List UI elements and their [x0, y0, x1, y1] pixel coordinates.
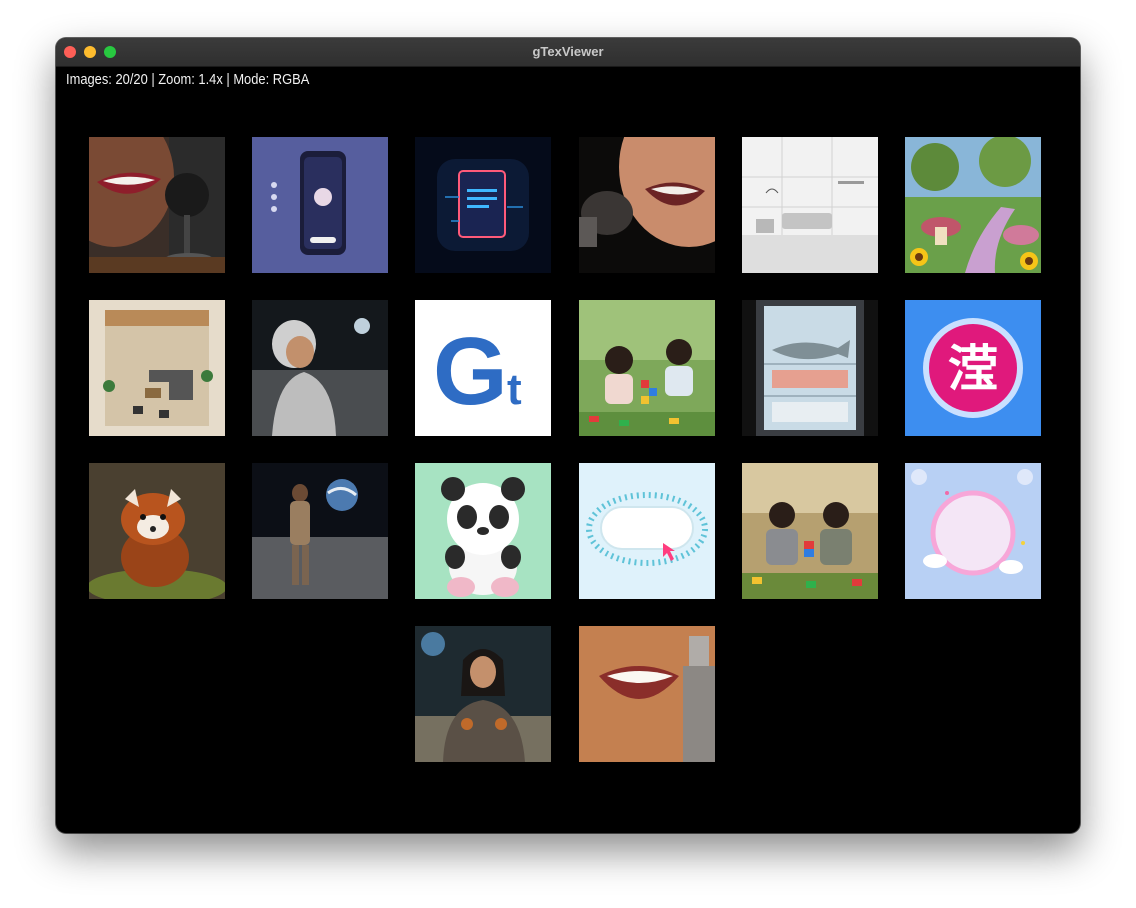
- gallery-thumbnail[interactable]: [742, 463, 878, 599]
- phone-app-mockup-image: [252, 137, 388, 273]
- window-title: gTexViewer: [532, 44, 604, 59]
- smiling-woman-microphone-image: [89, 137, 225, 273]
- kanji-badge-image: 滢: [905, 300, 1041, 436]
- gallery-thumbnail[interactable]: [415, 137, 551, 273]
- gt-logo-g-text: G: [433, 318, 508, 425]
- fish-in-fridge-image: [742, 300, 878, 436]
- gallery-thumbnail[interactable]: [415, 626, 551, 762]
- gallery-thumbnail[interactable]: [252, 463, 388, 599]
- gallery-thumbnail[interactable]: 滢: [905, 300, 1041, 436]
- red-panda-image: [89, 463, 225, 599]
- gallery-thumbnail[interactable]: [905, 137, 1041, 273]
- gallery-thumbnail[interactable]: [579, 137, 715, 273]
- gallery-thumbnail[interactable]: [252, 300, 388, 436]
- title-bar[interactable]: gTexViewer: [56, 38, 1080, 67]
- children-playing-blocks-image: [579, 300, 715, 436]
- smile-microphone-closeup-image: [579, 626, 715, 762]
- gallery-thumbnail[interactable]: [579, 626, 715, 762]
- app-window: gTexViewer Images: 20/20 | Zoom: 1.4x | …: [56, 38, 1080, 833]
- dotted-button-cursor-image: [579, 463, 715, 599]
- gallery-thumbnail[interactable]: [579, 463, 715, 599]
- pastel-circle-frame-image: [905, 463, 1041, 599]
- astronaut-woman-moon-image: [252, 300, 388, 436]
- gallery-thumbnail[interactable]: [415, 463, 551, 599]
- sunflower-mushroom-garden-image: [905, 137, 1041, 273]
- document-circuit-icon-image: [415, 137, 551, 273]
- gallery-thumbnail[interactable]: [89, 137, 225, 273]
- gallery-thumbnail[interactable]: [89, 300, 225, 436]
- gallery-thumbnail[interactable]: [579, 300, 715, 436]
- astronaut-moon-earth-image: [252, 463, 388, 599]
- gt-logo-t-text: t: [507, 365, 522, 414]
- armored-woman-moon-image: [415, 626, 551, 762]
- gt-logo-image: G t: [415, 300, 551, 436]
- living-room-top-view-image: [89, 300, 225, 436]
- minimal-living-room-sketch-image: [742, 137, 878, 273]
- gallery-thumbnail[interactable]: [89, 463, 225, 599]
- kanji-badge-text: 滢: [948, 340, 998, 398]
- gallery-thumbnail[interactable]: [905, 463, 1041, 599]
- boys-playing-blocks-image: [742, 463, 878, 599]
- woman-singing-microphone-image: [579, 137, 715, 273]
- cartoon-panda-image: [415, 463, 551, 599]
- gallery-thumbnail[interactable]: [252, 137, 388, 273]
- gallery-thumbnail[interactable]: [742, 300, 878, 436]
- status-text: Images: 20/20 | Zoom: 1.4x | Mode: RGBA: [66, 71, 310, 88]
- gallery-thumbnail[interactable]: G t: [415, 300, 551, 436]
- gallery-thumbnail[interactable]: [742, 137, 878, 273]
